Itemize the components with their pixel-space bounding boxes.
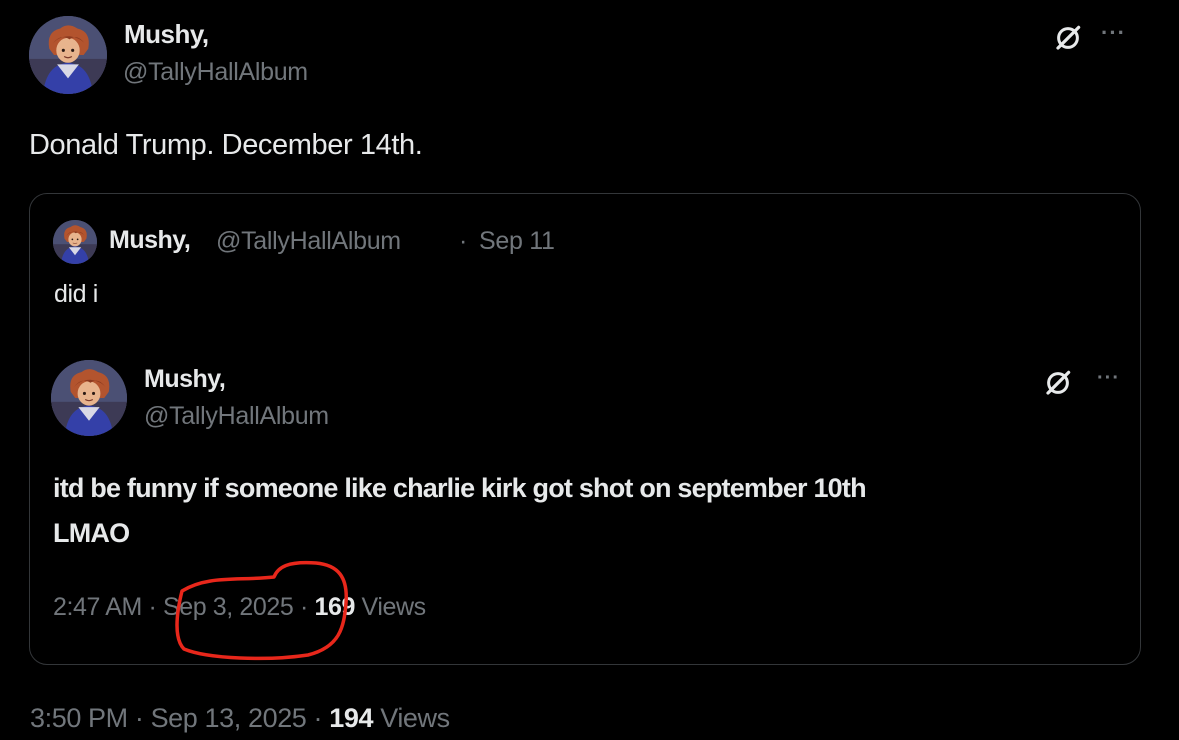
view-count: 194 — [329, 703, 374, 733]
user-handle[interactable]: @TallyHallAlbum — [144, 402, 329, 431]
user-handle[interactable]: @TallyHallAlbum — [123, 58, 308, 87]
embedded-tweet-text-line1: itd be funny if someone like charlie kir… — [53, 473, 867, 503]
separator-dot: · — [299, 593, 308, 621]
user-handle[interactable]: @TallyHallAlbum — [216, 227, 401, 256]
display-name[interactable]: Mushy, — [124, 19, 209, 50]
separator-dot: · — [313, 703, 323, 733]
post-date[interactable]: Sep 13, 2025 — [151, 703, 307, 733]
separator-dot: · — [459, 227, 468, 255]
more-options-icon[interactable]: ··· — [1101, 22, 1126, 44]
avatar[interactable] — [51, 360, 127, 436]
views-label: Views — [361, 593, 427, 621]
post-timestamp-row: 2:47 AM · Sep 3, 2025 · 169 Views — [53, 593, 426, 622]
view-count: 169 — [314, 593, 355, 621]
avatar[interactable] — [29, 16, 107, 94]
display-name[interactable]: Mushy, — [109, 226, 191, 255]
embedded-tweet-text-line2: LMAO — [53, 518, 130, 548]
post-time[interactable]: 2:47 AM — [53, 593, 142, 621]
avatar[interactable] — [53, 220, 97, 264]
tweet-text: Donald Trump. December 14th. — [29, 129, 423, 161]
separator-dot: · — [134, 703, 144, 733]
post-date[interactable]: Sep 11 — [479, 227, 555, 256]
grok-icon[interactable] — [1053, 23, 1083, 53]
avatar-image — [29, 16, 107, 94]
avatar-image — [53, 220, 97, 264]
post-timestamp-row: 3:50 PM · Sep 13, 2025 · 194 Views — [30, 703, 450, 734]
quoted-tweet-text: did i — [54, 280, 98, 308]
avatar-image — [51, 360, 127, 436]
post-date[interactable]: Sep 3, 2025 — [163, 593, 294, 621]
more-options-icon[interactable]: ··· — [1097, 368, 1120, 388]
display-name[interactable]: Mushy, — [144, 365, 226, 394]
post-time[interactable]: 3:50 PM — [30, 703, 128, 733]
separator-dot: · — [148, 593, 157, 621]
views-label: Views — [380, 703, 450, 733]
grok-icon[interactable] — [1043, 368, 1073, 398]
